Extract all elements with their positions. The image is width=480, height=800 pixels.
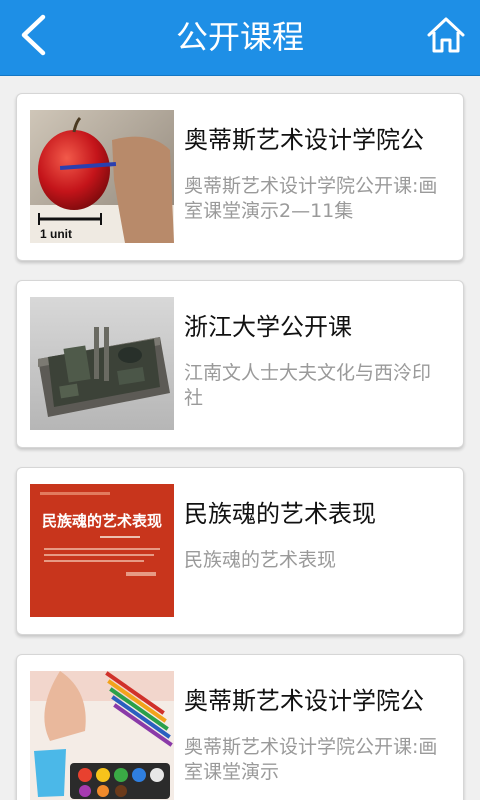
course-thumbnail-apple: 1 unit [30, 110, 174, 243]
course-title: 奥蒂斯艺术设计学院公 [184, 687, 424, 715]
course-title: 浙江大学公开课 [184, 313, 352, 341]
course-card[interactable]: 奥蒂斯艺术设计学院公 奥蒂斯艺术设计学院公开课:画室课堂演示 [16, 654, 464, 800]
course-description: 江南文人士大夫文化与西泠印社 [184, 362, 432, 409]
course-thumbnail-paints [30, 671, 174, 800]
course-list[interactable]: 1 unit 奥蒂斯艺术设计学院公 奥蒂斯艺术设计学院公开课:画室课堂演示2—1… [0, 75, 480, 800]
thumb-caption: 1 unit [40, 227, 72, 241]
course-thumbnail-stationery [30, 297, 174, 430]
top-bar: 公开课程 [0, 0, 480, 76]
thumb-caption: 民族魂的艺术表现 [42, 512, 162, 530]
back-button[interactable] [6, 10, 60, 64]
home-button[interactable] [420, 11, 472, 63]
course-card[interactable]: 1 unit 奥蒂斯艺术设计学院公 奥蒂斯艺术设计学院公开课:画室课堂演示2—1… [16, 93, 464, 261]
chevron-left-icon [18, 13, 48, 61]
course-thumbnail-book-cover: 民族魂的艺术表现 [30, 484, 174, 617]
home-icon [426, 16, 466, 58]
course-card[interactable]: 浙江大学公开课 江南文人士大夫文化与西泠印社 [16, 280, 464, 448]
course-description: 奥蒂斯艺术设计学院公开课:画室课堂演示2—11集 [184, 175, 438, 222]
course-title: 奥蒂斯艺术设计学院公 [184, 126, 424, 154]
course-title: 民族魂的艺术表现 [184, 500, 376, 528]
page-title: 公开课程 [175, 18, 304, 56]
course-description: 民族魂的艺术表现 [184, 549, 337, 571]
course-card[interactable]: 民族魂的艺术表现 民族魂的艺术表现 民族魂的艺术表现 [16, 467, 464, 635]
course-description: 奥蒂斯艺术设计学院公开课:画室课堂演示 [184, 736, 438, 783]
